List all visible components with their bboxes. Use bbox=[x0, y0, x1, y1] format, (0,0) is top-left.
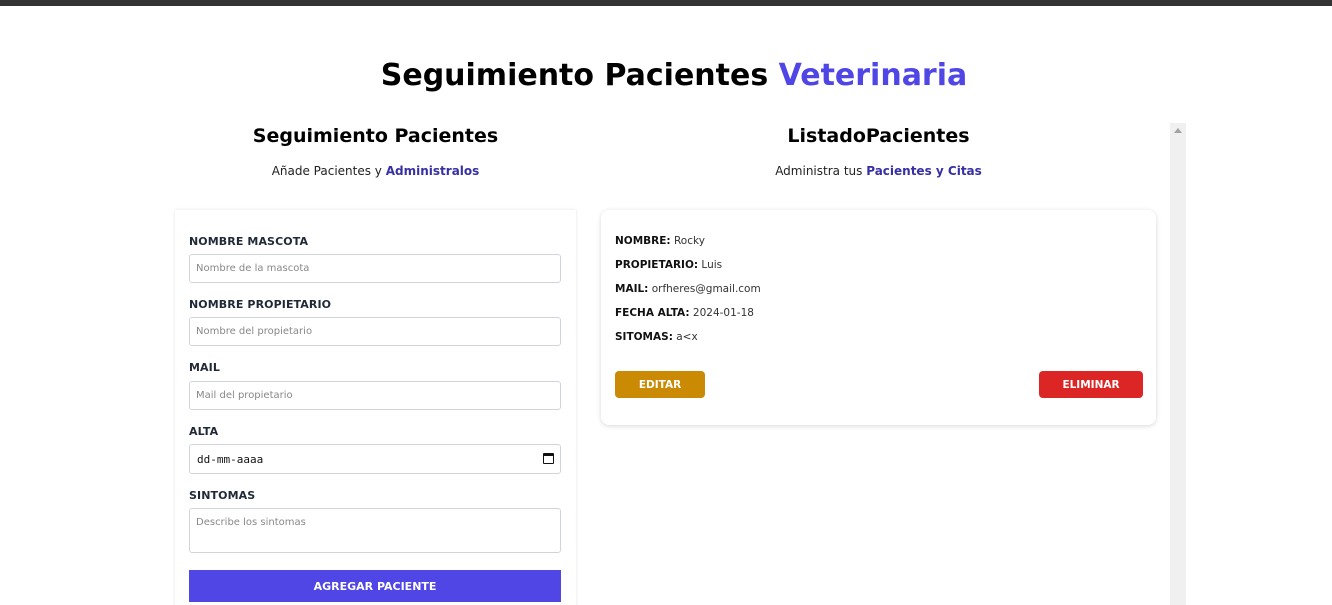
patient-name-value: Rocky bbox=[673, 235, 705, 247]
discharge-date-input[interactable]: dd-mm-aaaa bbox=[189, 444, 561, 474]
form-subtitle-prefix: Añade Pacientes y bbox=[271, 164, 382, 178]
list-scrollbar[interactable] bbox=[1170, 123, 1186, 605]
patient-card: NOMBRE: Rocky PROPIETARIO: Luis MAIL: or… bbox=[601, 210, 1156, 425]
symptoms-textarea[interactable] bbox=[189, 508, 561, 553]
patient-owner-label: PROPIETARIO: bbox=[615, 259, 699, 271]
date-input-value: dd-mm-aaaa bbox=[197, 453, 264, 466]
mail-label: MAIL bbox=[189, 361, 220, 374]
patient-mail-value: orfheres@gmail.com bbox=[651, 283, 761, 295]
window-top-bar bbox=[0, 0, 1332, 6]
form-subtitle-accent: Administralos bbox=[385, 164, 480, 178]
list-section-subtitle: Administra tus Pacientes y Citas bbox=[601, 164, 1156, 178]
owner-name-input[interactable] bbox=[189, 317, 561, 346]
scroll-up-arrow-icon[interactable] bbox=[1174, 128, 1182, 133]
patient-owner-value: Luis bbox=[701, 259, 723, 271]
patient-mail-row: MAIL: orfheres@gmail.com bbox=[615, 283, 761, 295]
patient-date-label: FECHA ALTA: bbox=[615, 307, 690, 319]
page-title-accent: Veterinaria bbox=[778, 58, 968, 93]
calendar-icon[interactable] bbox=[543, 453, 554, 464]
symptoms-label: SINTOMAS bbox=[189, 489, 256, 502]
patient-date-value: 2024-01-18 bbox=[692, 307, 754, 319]
add-patient-button[interactable]: AGREGAR PACIENTE bbox=[189, 570, 561, 602]
page-title: Seguimiento Pacientes Veterinaria bbox=[0, 58, 1332, 93]
patient-symptoms-label: SITOMAS: bbox=[615, 331, 673, 343]
page-title-main: Seguimiento Pacientes bbox=[380, 58, 769, 93]
patient-name-label: NOMBRE: bbox=[615, 235, 671, 247]
patient-mail-label: MAIL: bbox=[615, 283, 649, 295]
form-section-subtitle: Añade Pacientes y Administralos bbox=[175, 164, 576, 178]
pet-name-input[interactable] bbox=[189, 254, 561, 283]
list-subtitle-accent: Pacientes y Citas bbox=[866, 164, 982, 178]
list-subtitle-prefix: Administra tus bbox=[775, 164, 863, 178]
patient-date-row: FECHA ALTA: 2024-01-18 bbox=[615, 307, 754, 319]
patient-owner-row: PROPIETARIO: Luis bbox=[615, 259, 722, 271]
patient-form: NOMBRE MASCOTA NOMBRE PROPIETARIO MAIL A… bbox=[175, 210, 576, 605]
owner-name-label: NOMBRE PROPIETARIO bbox=[189, 298, 332, 311]
symptoms-field-wrap bbox=[175, 508, 576, 553]
pet-name-label: NOMBRE MASCOTA bbox=[189, 235, 309, 248]
patient-name-row: NOMBRE: Rocky bbox=[615, 235, 705, 247]
patient-symptoms-value: a<x bbox=[676, 331, 698, 343]
delete-patient-button[interactable]: ELIMINAR bbox=[1039, 371, 1143, 398]
list-section-title: ListadoPacientes bbox=[787, 125, 970, 147]
form-section-title: Seguimiento Pacientes bbox=[252, 125, 499, 147]
patient-symptoms-row: SITOMAS: a<x bbox=[615, 331, 698, 343]
discharge-date-label: ALTA bbox=[189, 425, 219, 438]
mail-input[interactable] bbox=[189, 381, 561, 410]
edit-patient-button[interactable]: EDITAR bbox=[615, 371, 705, 398]
